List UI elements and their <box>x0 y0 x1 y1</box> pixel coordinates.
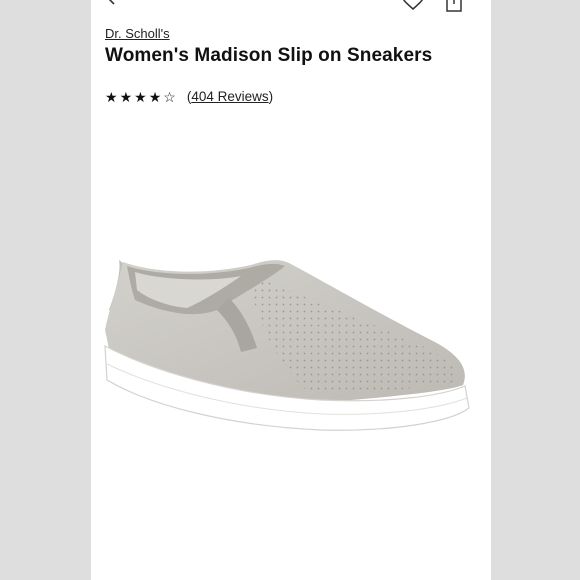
share-icon[interactable] <box>445 0 463 12</box>
brand-link[interactable]: Dr. Scholl's <box>105 26 170 41</box>
product-page: Dr. Scholl's Women's Madison Slip on Sne… <box>91 0 491 580</box>
reviews-link[interactable]: (404 Reviews) <box>187 87 273 107</box>
reviews-count[interactable]: 404 Reviews <box>191 89 268 104</box>
top-bar <box>91 0 491 14</box>
star-filled-icon: ★ <box>119 89 133 105</box>
rating-row: ★ ★ ★ ★ ☆ (404 Reviews) <box>105 87 273 107</box>
star-rating: ★ ★ ★ ★ ☆ <box>105 87 178 107</box>
chevron-left-icon[interactable] <box>103 0 119 6</box>
product-image[interactable] <box>91 210 491 460</box>
reviews-paren-close: ) <box>268 89 274 104</box>
star-empty-icon: ☆ <box>163 89 176 105</box>
star-filled-icon: ★ <box>148 89 162 105</box>
heart-icon[interactable] <box>400 0 426 12</box>
star-filled-icon: ★ <box>105 89 118 105</box>
product-title: Women's Madison Slip on Sneakers <box>105 45 433 66</box>
star-filled-icon: ★ <box>134 89 147 105</box>
